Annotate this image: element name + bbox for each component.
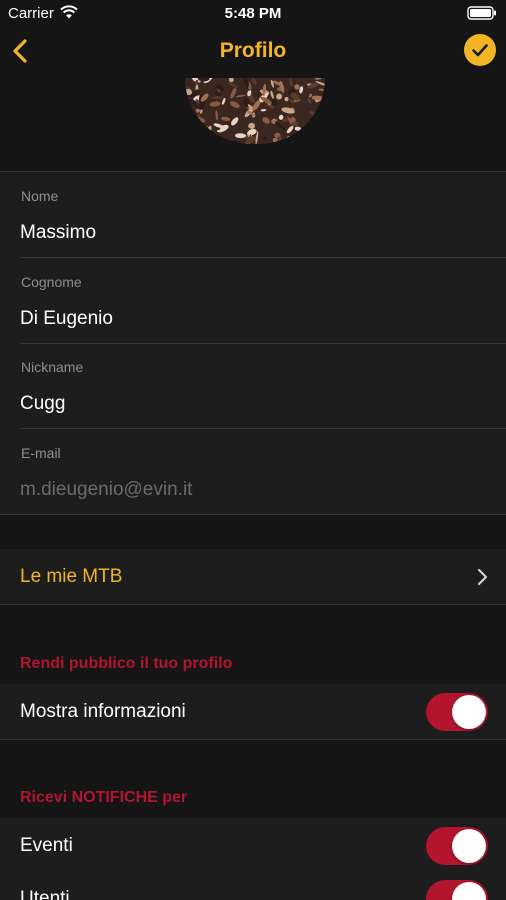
my-mtb-label: Le mie MTB <box>20 566 123 587</box>
show-info-row: Mostra informazioni <box>0 684 506 740</box>
nickname-field[interactable]: Cugg <box>20 393 480 415</box>
surname-field-group: Cognome Di Eugenio <box>0 258 506 344</box>
surname-label: Cognome <box>21 274 82 290</box>
confirm-button[interactable] <box>464 34 496 66</box>
status-bar: Carrier 5:48 PM <box>0 0 506 28</box>
nickname-field-group: Nickname Cugg <box>0 343 506 429</box>
users-label: Utenti <box>20 888 70 900</box>
toggle-knob <box>452 829 486 863</box>
email-field: m.dieugenio@evin.it <box>20 479 193 500</box>
events-label: Eventi <box>20 835 73 856</box>
name-field[interactable]: Massimo <box>20 222 480 244</box>
chevron-right-icon <box>477 568 488 586</box>
page-title: Profilo <box>219 39 287 62</box>
battery-icon <box>467 6 496 20</box>
surname-field[interactable]: Di Eugenio <box>20 308 480 330</box>
show-info-toggle[interactable] <box>426 693 488 731</box>
navigation-bar: Profilo <box>0 28 506 76</box>
row-divider <box>0 604 506 605</box>
chevron-left-icon <box>13 39 27 63</box>
profile-avatar[interactable] <box>185 78 325 144</box>
toggle-knob <box>452 882 486 900</box>
email-label: E-mail <box>21 445 61 461</box>
checkmark-icon <box>472 44 488 57</box>
profile-form: Nome Massimo Cognome Di Eugenio Nickname… <box>0 172 506 515</box>
avatar-photo <box>185 78 325 144</box>
show-info-label: Mostra informazioni <box>20 701 186 722</box>
field-underline <box>0 514 506 515</box>
users-toggle[interactable] <box>426 880 488 900</box>
users-row: Utenti <box>0 871 506 900</box>
privacy-section-title: Rendi pubblico il tuo profilo <box>20 655 233 672</box>
email-field-group: E-mail m.dieugenio@evin.it <box>0 429 506 515</box>
clock: 5:48 PM <box>224 5 282 22</box>
notifications-section-title: Ricevi NOTIFICHE per <box>20 789 188 806</box>
name-field-group: Nome Massimo <box>0 172 506 258</box>
events-row: Eventi <box>0 818 506 874</box>
toggle-knob <box>452 695 486 729</box>
back-button[interactable] <box>8 34 38 68</box>
row-divider <box>0 739 506 740</box>
events-toggle[interactable] <box>426 827 488 865</box>
my-mtb-row[interactable]: Le mie MTB <box>0 549 506 605</box>
name-label: Nome <box>21 188 59 204</box>
nickname-label: Nickname <box>21 359 84 375</box>
